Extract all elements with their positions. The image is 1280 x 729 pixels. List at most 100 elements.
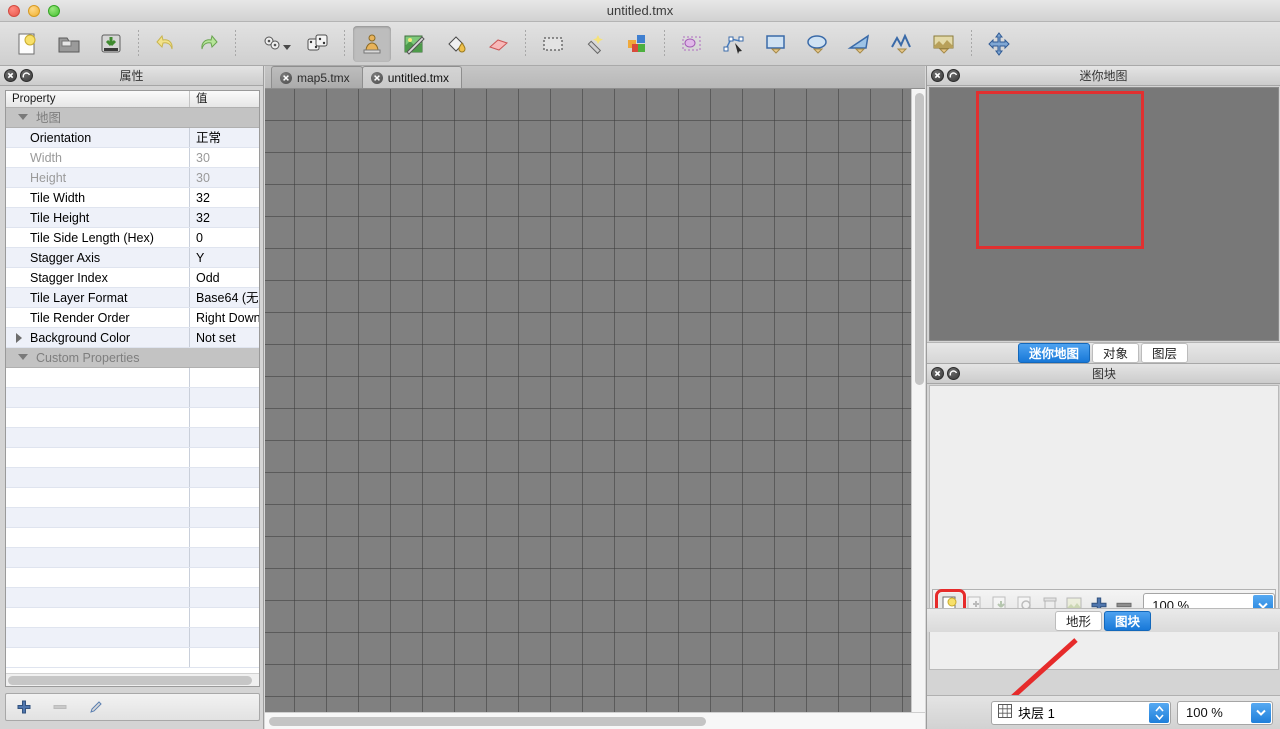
random-mode-button[interactable] xyxy=(298,26,336,62)
redo-button[interactable] xyxy=(189,26,227,62)
minimize-window-button[interactable] xyxy=(28,5,40,17)
table-row[interactable] xyxy=(6,528,259,548)
property-value[interactable]: Odd xyxy=(190,268,259,287)
table-row[interactable] xyxy=(6,608,259,628)
tab-layers[interactable]: 图层 xyxy=(1141,343,1189,363)
insert-polyline-button[interactable] xyxy=(883,26,921,62)
property-value[interactable]: Not set xyxy=(190,328,259,347)
property-value[interactable]: Right Down xyxy=(190,308,259,327)
close-panel-icon[interactable] xyxy=(931,367,944,380)
column-header-property: Property xyxy=(6,91,190,107)
table-row[interactable] xyxy=(6,568,259,588)
grid-icon xyxy=(998,704,1012,721)
scrollbar-thumb[interactable] xyxy=(8,676,252,685)
property-value[interactable]: Base64 (无.. xyxy=(190,288,259,307)
insert-ellipse-button[interactable] xyxy=(799,26,837,62)
close-panel-icon[interactable] xyxy=(4,69,17,82)
chevron-right-icon[interactable] xyxy=(16,333,22,343)
undo-button[interactable] xyxy=(147,26,185,62)
minimap-panel-header: 迷你地图 xyxy=(927,66,1280,86)
tab-terrain[interactable]: 地形 xyxy=(1054,610,1102,631)
minimap-view[interactable] xyxy=(929,87,1279,341)
table-row[interactable] xyxy=(6,388,259,408)
close-icon[interactable] xyxy=(370,71,383,84)
float-panel-icon[interactable] xyxy=(20,69,33,82)
property-value[interactable]: 正常 xyxy=(190,128,259,147)
zoom-window-button[interactable] xyxy=(48,5,60,17)
scrollbar-thumb[interactable] xyxy=(915,93,924,385)
float-panel-icon[interactable] xyxy=(947,69,960,82)
table-row[interactable] xyxy=(6,428,259,448)
magic-wand-button[interactable] xyxy=(576,26,614,62)
map-canvas[interactable] xyxy=(265,89,925,729)
tile-grid[interactable] xyxy=(265,89,911,712)
property-row-width[interactable]: Width 30 xyxy=(6,148,259,168)
insert-rectangle-button[interactable] xyxy=(757,26,795,62)
property-row-height[interactable]: Height 30 xyxy=(6,168,259,188)
map-zoom-combobox[interactable]: 100 % xyxy=(1177,700,1273,725)
canvas-vertical-scrollbar[interactable] xyxy=(911,89,925,712)
property-row-tile-layer-format[interactable]: Tile Layer Format Base64 (无.. xyxy=(6,288,259,308)
tab-map5[interactable]: map5.tmx xyxy=(271,66,363,88)
property-row-tile-height[interactable]: Tile Height 32 xyxy=(6,208,259,228)
new-map-button[interactable] xyxy=(8,26,46,62)
property-value[interactable]: 32 xyxy=(190,208,259,227)
close-window-button[interactable] xyxy=(8,5,20,17)
current-layer-combobox[interactable]: 块层 1 xyxy=(991,700,1171,725)
save-file-button[interactable] xyxy=(92,26,130,62)
open-file-button[interactable] xyxy=(50,26,88,62)
table-row[interactable] xyxy=(6,488,259,508)
table-row[interactable] xyxy=(6,368,259,388)
tab-tilesets[interactable]: 图块 xyxy=(1104,610,1152,631)
property-row-stagger-axis[interactable]: Stagger Axis Y xyxy=(6,248,259,268)
table-row[interactable] xyxy=(6,628,259,648)
pan-tool-button[interactable] xyxy=(980,26,1018,62)
property-row-tile-side-length[interactable]: Tile Side Length (Hex) 0 xyxy=(6,228,259,248)
property-row-tile-width[interactable]: Tile Width 32 xyxy=(6,188,259,208)
float-panel-icon[interactable] xyxy=(947,367,960,380)
select-same-tile-button[interactable] xyxy=(618,26,656,62)
table-row[interactable] xyxy=(6,508,259,528)
table-row[interactable] xyxy=(6,588,259,608)
property-row-orientation[interactable]: Orientation 正常 xyxy=(6,128,259,148)
property-row-stagger-index[interactable]: Stagger Index Odd xyxy=(6,268,259,288)
scrollbar-thumb[interactable] xyxy=(269,717,706,726)
table-row[interactable] xyxy=(6,468,259,488)
property-value[interactable]: 32 xyxy=(190,188,259,207)
close-icon[interactable] xyxy=(280,71,292,84)
tab-untitled[interactable]: untitled.tmx xyxy=(361,66,463,88)
property-label: Orientation xyxy=(6,128,190,147)
edit-property-button[interactable] xyxy=(86,697,106,717)
properties-horizontal-scrollbar[interactable] xyxy=(6,673,259,686)
insert-polygon-button[interactable] xyxy=(841,26,879,62)
chevron-down-icon[interactable] xyxy=(1251,702,1271,723)
stamp-brush-button[interactable] xyxy=(353,25,391,62)
table-row[interactable] xyxy=(6,448,259,468)
table-row[interactable] xyxy=(6,648,259,668)
property-group-custom-properties[interactable]: Custom Properties xyxy=(6,348,259,368)
minimap-viewport-rect[interactable] xyxy=(976,91,1144,249)
table-row[interactable] xyxy=(6,548,259,568)
close-panel-icon[interactable] xyxy=(931,69,944,82)
select-object-button[interactable] xyxy=(673,26,711,62)
tab-minimap[interactable]: 迷你地图 xyxy=(1017,343,1090,363)
insert-tile-button[interactable] xyxy=(925,26,963,62)
canvas-horizontal-scrollbar[interactable] xyxy=(265,712,925,729)
rectangle-select-button[interactable] xyxy=(534,26,572,62)
tab-objects[interactable]: 对象 xyxy=(1091,343,1139,363)
layer-stepper[interactable] xyxy=(1149,702,1169,723)
property-row-background-color[interactable]: Background Color Not set xyxy=(6,328,259,348)
eraser-button[interactable] xyxy=(479,26,517,62)
property-value[interactable]: Y xyxy=(190,248,259,267)
fill-tool-button[interactable] xyxy=(437,26,475,62)
remove-property-button[interactable] xyxy=(50,697,70,717)
property-value[interactable]: 0 xyxy=(190,228,259,247)
table-row[interactable] xyxy=(6,408,259,428)
terrain-brush-button[interactable] xyxy=(395,26,433,62)
properties-table: Property 值 地图 Orientation 正常 Width 30 Heig… xyxy=(5,90,260,687)
property-group-map[interactable]: 地图 xyxy=(6,108,259,128)
property-row-tile-render-order[interactable]: Tile Render Order Right Down xyxy=(6,308,259,328)
add-property-button[interactable] xyxy=(14,697,34,717)
stamp-brush-dropdown[interactable] xyxy=(256,26,294,62)
edit-polygons-button[interactable] xyxy=(715,26,753,62)
